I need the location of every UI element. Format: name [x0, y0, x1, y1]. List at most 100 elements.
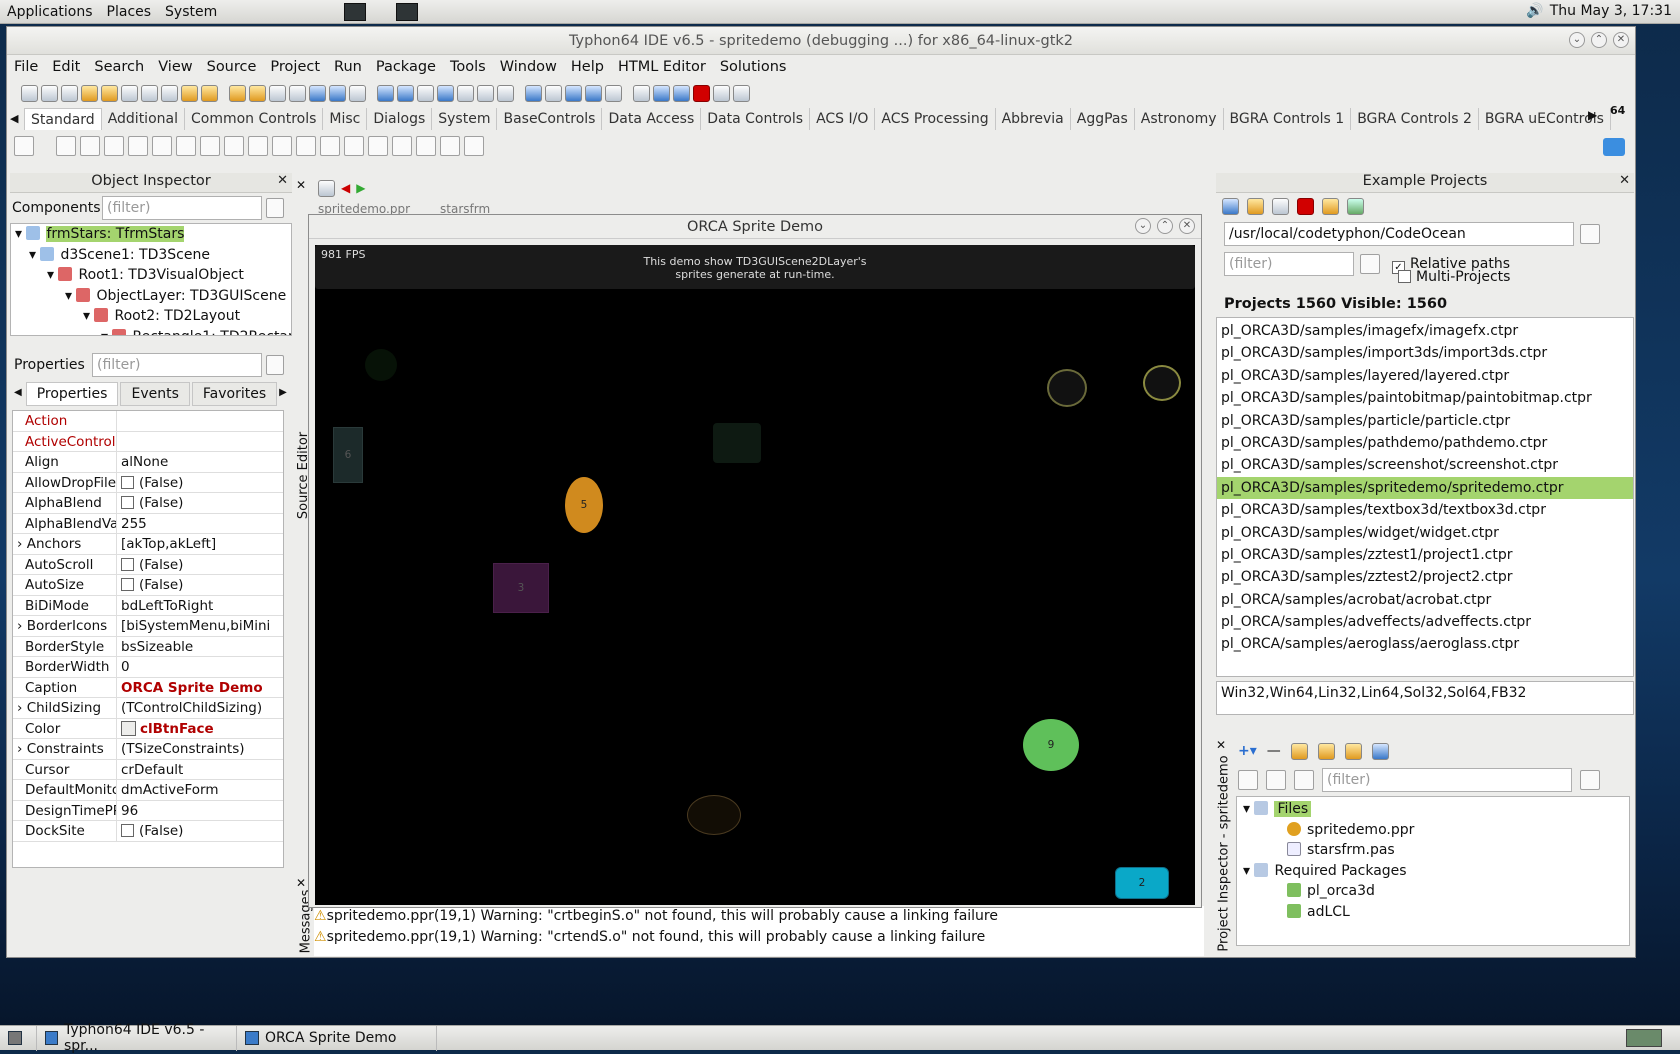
checkbox-icon[interactable] — [224, 136, 244, 156]
component-tree-node[interactable]: ▾ frmStars: TfrmStars — [11, 224, 291, 245]
property-row[interactable]: Action — [13, 411, 283, 432]
orca-titlebar[interactable]: ORCA Sprite Demo ⌄ ⌃ ✕ — [309, 215, 1201, 239]
toggle-box-icon[interactable] — [200, 136, 220, 156]
property-checkbox[interactable] — [121, 475, 134, 489]
clear-filter-icon[interactable] — [266, 198, 284, 218]
palette-tab-common-controls[interactable]: Common Controls — [185, 108, 324, 130]
tree-node-file[interactable]: spritedemo.ppr — [1237, 820, 1629, 841]
step-over-icon[interactable] — [733, 84, 750, 102]
property-row[interactable]: › Constraints (TSizeConstraints) — [13, 739, 283, 760]
project-list-item[interactable]: pl_ORCA3D/samples/import3ds/import3ds.ct… — [1217, 342, 1633, 364]
places-menu[interactable]: Places — [100, 4, 159, 20]
property-checkbox[interactable] — [121, 824, 134, 837]
new-file-icon[interactable] — [21, 84, 38, 102]
color-swatch[interactable] — [121, 720, 136, 736]
button-icon[interactable] — [104, 136, 124, 156]
add-icon[interactable]: +▾ — [1238, 743, 1257, 759]
tab-events[interactable]: Events — [120, 382, 190, 406]
project-list-item[interactable]: pl_ORCA3D/samples/layered/layered.ctpr — [1217, 365, 1633, 387]
property-value[interactable]: 96 — [121, 803, 138, 819]
remove-icon[interactable]: — — [1267, 743, 1281, 759]
property-value[interactable]: (False) — [139, 475, 183, 491]
menu-window[interactable]: Window — [493, 59, 564, 75]
compile-icon[interactable] — [397, 84, 414, 102]
clock[interactable]: 🔊 Thu May 3, 17:31 — [1526, 3, 1672, 19]
radio-group-icon[interactable] — [368, 136, 388, 156]
new-project-icon[interactable] — [201, 84, 218, 102]
palette-tab-bgra-controls-1[interactable]: BGRA Controls 1 — [1224, 108, 1352, 130]
property-row[interactable]: AutoScroll (False) — [13, 554, 283, 575]
platforms-field[interactable]: Win32,Win64,Lin32,Lin64,Sol32,Sol64,FB32 — [1216, 681, 1634, 715]
property-value[interactable]: (False) — [139, 577, 183, 593]
open-icon[interactable] — [81, 84, 98, 102]
property-value[interactable]: 0 — [121, 659, 130, 675]
project-list-item[interactable]: pl_ORCA3D/samples/spritedemo/spritedemo.… — [1217, 476, 1633, 500]
close-icon[interactable] — [161, 84, 178, 102]
property-row[interactable]: BiDiMode bdLeftToRight — [13, 595, 283, 616]
component-tree-node[interactable]: ▾ d3Scene1: TD3Scene — [11, 245, 291, 266]
property-value[interactable]: crDefault — [121, 762, 183, 778]
menu-run[interactable]: Run — [327, 59, 369, 75]
delete-icon[interactable] — [1297, 197, 1314, 215]
property-row[interactable]: › ChildSizing (TControlChildSizing) — [13, 698, 283, 719]
project-list-item[interactable]: pl_ORCA3D/samples/screenshot/screenshot.… — [1217, 454, 1633, 476]
combobox-icon[interactable] — [296, 136, 316, 156]
download-icon[interactable] — [1603, 138, 1625, 156]
property-value[interactable]: 255 — [121, 516, 147, 532]
property-checkbox[interactable] — [121, 578, 134, 591]
jump-forward-icon[interactable] — [545, 84, 562, 102]
property-row[interactable]: AlphaBlendValue 255 — [13, 513, 283, 534]
property-row[interactable]: DesignTimePPI 96 — [13, 800, 283, 821]
project-options-icon[interactable] — [249, 84, 266, 102]
property-row[interactable]: AllowDropFiles (False) — [13, 472, 283, 493]
copy-icon[interactable] — [1272, 197, 1289, 215]
palette-tab-bgra-controls-2[interactable]: BGRA Controls 2 — [1351, 108, 1479, 130]
menu-file[interactable]: File — [7, 59, 45, 75]
memo-icon[interactable] — [176, 136, 196, 156]
path-input[interactable]: /usr/local/codetyphon/CodeOcean — [1224, 222, 1574, 246]
palette-tab-abbrevia[interactable]: Abbrevia — [996, 108, 1071, 130]
add-file-icon[interactable] — [269, 84, 286, 102]
menu-edit[interactable]: Edit — [45, 59, 87, 75]
options-icon[interactable] — [1290, 742, 1308, 760]
jump-icon[interactable] — [318, 179, 335, 197]
project-list-item[interactable]: pl_ORCA3D/samples/imagefx/imagefx.ctpr — [1217, 320, 1633, 342]
property-row[interactable]: DefaultMonitor dmActiveForm — [13, 780, 283, 801]
taskbar-item-orca[interactable]: ORCA Sprite Demo — [237, 1025, 437, 1051]
volume-icon[interactable]: 🔊 — [1526, 3, 1543, 19]
project-list-item[interactable]: pl_ORCA3D/samples/zztest1/project1.ctpr — [1217, 544, 1633, 566]
compile-icon[interactable] — [1317, 742, 1335, 760]
step-into-icon[interactable] — [713, 84, 730, 102]
property-checkbox[interactable] — [121, 557, 134, 571]
more-icon[interactable] — [1371, 742, 1389, 760]
save-icon[interactable] — [121, 84, 138, 102]
pause-icon[interactable] — [673, 84, 690, 102]
scroll-right-icon[interactable]: ▶ — [279, 382, 287, 406]
property-value[interactable]: (TSizeConstraints) — [121, 741, 245, 757]
taskbar-item-ide[interactable]: Typhon64 IDE v6.5 - spr... — [37, 1022, 237, 1054]
back-arrow-icon[interactable]: ◀ — [341, 181, 350, 195]
menu-solutions[interactable]: Solutions — [713, 59, 794, 75]
tabs-scroll-left-icon[interactable]: ◀ — [10, 108, 24, 130]
component-tree-node[interactable]: ▾ Root2: TD2Layout — [11, 306, 291, 327]
close-icon[interactable]: ✕ — [1619, 173, 1630, 188]
minimize-button[interactable]: ⌄ — [1135, 218, 1151, 234]
tab-favorites[interactable]: Favorites — [191, 382, 278, 406]
build-icon[interactable] — [377, 84, 394, 102]
popup-menu-icon[interactable] — [80, 136, 100, 156]
applications-menu[interactable]: Applications — [0, 4, 100, 20]
components-filter[interactable]: (filter) — [102, 196, 262, 220]
watches-icon[interactable] — [605, 84, 622, 102]
action-list-icon[interactable] — [464, 136, 484, 156]
system-menu[interactable]: System — [158, 4, 224, 20]
multi-projects-checkbox[interactable]: Multi-Projects — [1398, 269, 1510, 285]
remove-file-icon[interactable] — [289, 84, 306, 102]
palette-tab-misc[interactable]: Misc — [323, 108, 368, 130]
breakpoints-icon[interactable] — [585, 84, 602, 102]
menu-source[interactable]: Source — [200, 59, 264, 75]
tree-node-package[interactable]: pl_orca3d — [1237, 881, 1629, 902]
menu-view[interactable]: View — [151, 59, 199, 75]
palette-tab-additional[interactable]: Additional — [102, 108, 185, 130]
property-row[interactable]: DockSite (False) — [13, 821, 283, 842]
property-value[interactable]: bdLeftToRight — [121, 598, 213, 614]
